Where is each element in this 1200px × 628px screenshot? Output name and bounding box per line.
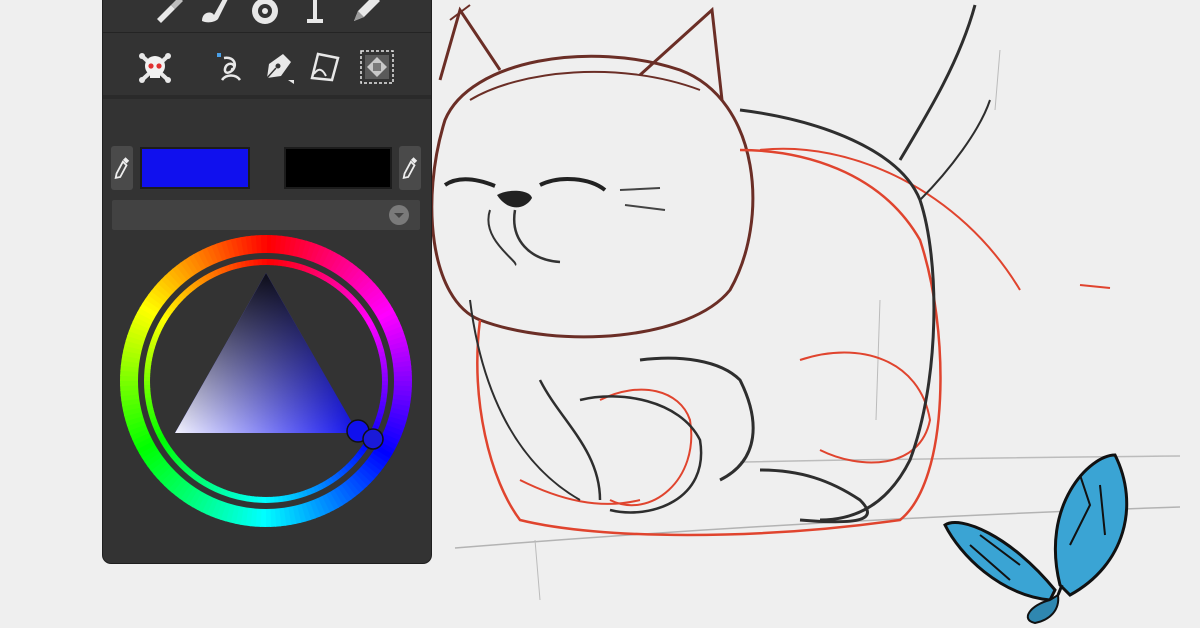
color-wheel[interactable] (118, 233, 414, 529)
brush-tool[interactable] (148, 0, 188, 28)
butterfly-icon (943, 453, 1129, 625)
chevron-down-icon (389, 205, 409, 225)
toolbar-divider (103, 95, 431, 99)
skull-crossbones-icon (139, 53, 171, 83)
primary-color-swatch[interactable] (140, 147, 250, 189)
toolbar-row-2 (103, 42, 431, 92)
paintbrush-tool[interactable] (193, 0, 233, 28)
text-tool[interactable] (295, 0, 335, 28)
color-model-dropdown[interactable] (112, 200, 420, 230)
color-panel (103, 0, 431, 563)
primary-eyedropper-button[interactable] (111, 146, 133, 190)
paintbrush-icon (202, 0, 228, 23)
brush-icon (157, 0, 183, 23)
pattern-fill-icon (360, 50, 394, 84)
saturation-value-triangle[interactable] (175, 273, 358, 433)
text-tool-icon (307, 0, 323, 23)
pen-tool[interactable] (345, 0, 385, 28)
paper-icon (310, 52, 340, 82)
path-tool[interactable] (211, 47, 251, 87)
hue-segment[interactable] (260, 235, 268, 266)
pen-icon (354, 0, 380, 21)
spiral-path-icon (217, 53, 242, 81)
ink-tool[interactable] (258, 47, 298, 87)
paper-tool[interactable] (305, 47, 345, 87)
view-tool[interactable] (245, 0, 285, 28)
eye-icon (252, 0, 278, 24)
secondary-color-swatch[interactable] (284, 147, 392, 189)
eyedropper-icon (402, 157, 418, 180)
hue-ring[interactable] (118, 233, 414, 529)
hue-picker-handle[interactable] (362, 428, 384, 450)
pattern-tool[interactable] (357, 47, 397, 87)
eyedropper-icon (114, 157, 130, 180)
fountain-pen-icon (266, 54, 294, 84)
clear-tool[interactable] (135, 47, 175, 87)
toolbar-row-1 (103, 0, 431, 33)
secondary-eyedropper-button[interactable] (399, 146, 421, 190)
